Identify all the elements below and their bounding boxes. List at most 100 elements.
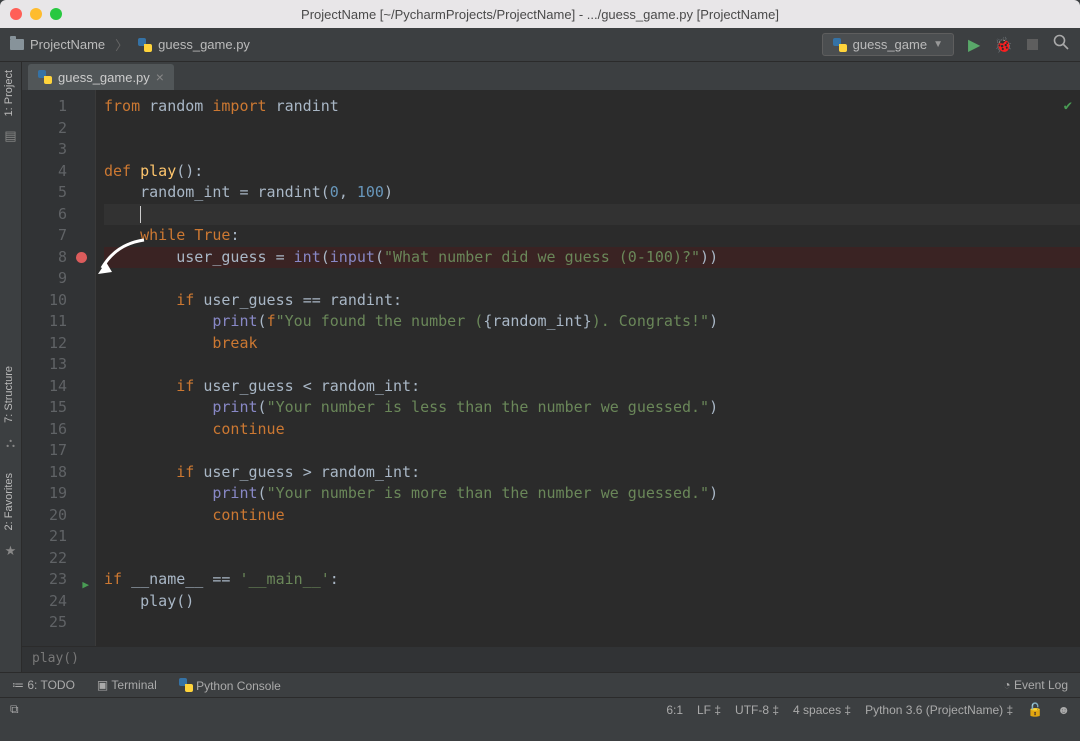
editor-breadcrumb-item[interactable]: play() [32, 651, 79, 666]
code-line[interactable]: from random import randint [104, 96, 1080, 118]
code-line[interactable] [104, 204, 1080, 226]
gutter-line[interactable]: 8 [22, 247, 95, 269]
code-line[interactable]: if user_guess < random_int: [104, 376, 1080, 398]
gutter-line[interactable]: 22 [22, 548, 95, 570]
gutter-line[interactable]: 19 [22, 483, 95, 505]
tab-label: guess_game.py [58, 70, 150, 85]
python-interpreter[interactable]: Python 3.6 (ProjectName) ‡ [865, 703, 1013, 717]
run-configuration-selector[interactable]: guess_game ▼ [822, 33, 954, 56]
code-line[interactable]: user_guess = int(input("What number did … [104, 247, 1080, 269]
navigation-bar: ProjectName 〉 guess_game.py guess_game ▼… [0, 28, 1080, 62]
text-caret [140, 206, 141, 223]
gutter[interactable]: 1234567891011121314151617181920212223▶24… [22, 90, 96, 646]
gutter-line[interactable]: 7 [22, 225, 95, 247]
run-config-label: guess_game [853, 37, 927, 52]
gutter-line[interactable]: 13 [22, 354, 95, 376]
editor-area: guess_game.py × 123456789101112131415161… [22, 62, 1080, 672]
gutter-line[interactable]: 1 [22, 96, 95, 118]
terminal-tool-tab[interactable]: ▣ Terminal [97, 678, 157, 692]
python-file-icon [38, 70, 52, 84]
code-line[interactable]: while True: [104, 225, 1080, 247]
gutter-line[interactable]: 16 [22, 419, 95, 441]
close-tab-icon[interactable]: × [156, 69, 164, 85]
gutter-line[interactable]: 23▶ [22, 569, 95, 591]
dropdown-arrow-icon: ▼ [933, 39, 943, 50]
code-line[interactable]: print("Your number is more than the numb… [104, 483, 1080, 505]
inspection-ok-icon[interactable]: ✔ [1064, 96, 1072, 118]
mac-titlebar: ProjectName [~/PycharmProjects/ProjectNa… [0, 0, 1080, 28]
code-line[interactable]: random_int = randint(0, 100) [104, 182, 1080, 204]
code-line[interactable]: if user_guess == randint: [104, 290, 1080, 312]
python-console-tool-tab[interactable]: Python Console [179, 678, 281, 693]
code-line[interactable] [104, 440, 1080, 462]
toolbar-actions: ▶ 🐞 [968, 33, 1070, 56]
file-encoding[interactable]: UTF-8 ‡ [735, 703, 779, 717]
breadcrumb-file: guess_game.py [158, 37, 250, 52]
code-line[interactable] [104, 268, 1080, 290]
tool-windows-toggle-icon[interactable]: ⧉ [10, 702, 19, 717]
event-log-tool-tab[interactable]: ◔ Event Log [1003, 678, 1068, 692]
bottom-tool-tabs: ≔ 6: TODO ▣ Terminal Python Console ◔ Ev… [0, 672, 1080, 697]
chevron-right-icon: 〉 [115, 35, 128, 54]
code-line[interactable] [104, 526, 1080, 548]
code-line[interactable] [104, 118, 1080, 140]
code-line[interactable]: def play(): [104, 161, 1080, 183]
code-line[interactable]: break [104, 333, 1080, 355]
gutter-line[interactable]: 20 [22, 505, 95, 527]
python-file-icon [138, 38, 152, 52]
gutter-line[interactable]: 9 [22, 268, 95, 290]
code-line[interactable]: if __name__ == '__main__': [104, 569, 1080, 591]
code-line[interactable] [104, 548, 1080, 570]
gutter-line[interactable]: 2 [22, 118, 95, 140]
gutter-line[interactable]: 24 [22, 591, 95, 613]
gutter-line[interactable]: 3 [22, 139, 95, 161]
gutter-line[interactable]: 18 [22, 462, 95, 484]
gutter-line[interactable]: 25 [22, 612, 95, 634]
gutter-line[interactable]: 5 [22, 182, 95, 204]
code-line[interactable]: print(f"You found the number ({random_in… [104, 311, 1080, 333]
code-line[interactable]: play() [104, 591, 1080, 613]
favorites-tool-tab[interactable]: 2: Favorites [0, 465, 18, 538]
breadcrumb-project: ProjectName [30, 37, 105, 52]
editor-tab[interactable]: guess_game.py × [28, 64, 174, 90]
breadcrumb[interactable]: ProjectName 〉 guess_game.py [10, 35, 250, 54]
gutter-line[interactable]: 12 [22, 333, 95, 355]
gutter-line[interactable]: 15 [22, 397, 95, 419]
code-editor[interactable]: 1234567891011121314151617181920212223▶24… [22, 90, 1080, 646]
indent-settings[interactable]: 4 spaces ‡ [793, 703, 851, 717]
python-file-icon [833, 38, 847, 52]
code-line[interactable] [104, 139, 1080, 161]
project-tool-tab[interactable]: 1: Project [0, 62, 18, 124]
code-content[interactable]: ✔ from random import randintdef play(): … [96, 90, 1080, 646]
project-tool-icon[interactable]: ▤ [0, 124, 21, 148]
gutter-line[interactable]: 21 [22, 526, 95, 548]
code-line[interactable]: continue [104, 419, 1080, 441]
gutter-line[interactable]: 4 [22, 161, 95, 183]
todo-tool-tab[interactable]: ≔ 6: TODO [12, 678, 75, 692]
gutter-line[interactable]: 11 [22, 311, 95, 333]
breakpoint-icon[interactable] [76, 252, 87, 263]
stop-button[interactable] [1027, 39, 1038, 50]
gutter-line[interactable]: 10 [22, 290, 95, 312]
gutter-line[interactable]: 6 [22, 204, 95, 226]
structure-tool-icon[interactable]: ⛬ [0, 431, 21, 455]
cursor-position[interactable]: 6:1 [666, 703, 683, 717]
gutter-line[interactable]: 17 [22, 440, 95, 462]
code-line[interactable]: continue [104, 505, 1080, 527]
code-line[interactable]: if user_guess > random_int: [104, 462, 1080, 484]
read-only-toggle-icon[interactable]: 🔓 [1027, 702, 1043, 718]
line-separator[interactable]: LF ‡ [697, 703, 721, 717]
folder-icon [10, 39, 24, 50]
code-line[interactable] [104, 354, 1080, 376]
editor-breadcrumb[interactable]: play() [22, 646, 1080, 672]
structure-tool-tab[interactable]: 7: Structure [0, 358, 18, 431]
window-title: ProjectName [~/PycharmProjects/ProjectNa… [0, 7, 1080, 22]
hector-icon[interactable]: ☻ [1057, 703, 1070, 717]
code-line[interactable]: print("Your number is less than the numb… [104, 397, 1080, 419]
code-line[interactable] [104, 612, 1080, 634]
gutter-line[interactable]: 14 [22, 376, 95, 398]
run-button[interactable]: ▶ [968, 35, 980, 55]
search-everywhere-button[interactable] [1052, 33, 1070, 56]
debug-button[interactable]: 🐞 [994, 36, 1013, 54]
favorites-tool-icon[interactable]: ★ [0, 539, 21, 563]
